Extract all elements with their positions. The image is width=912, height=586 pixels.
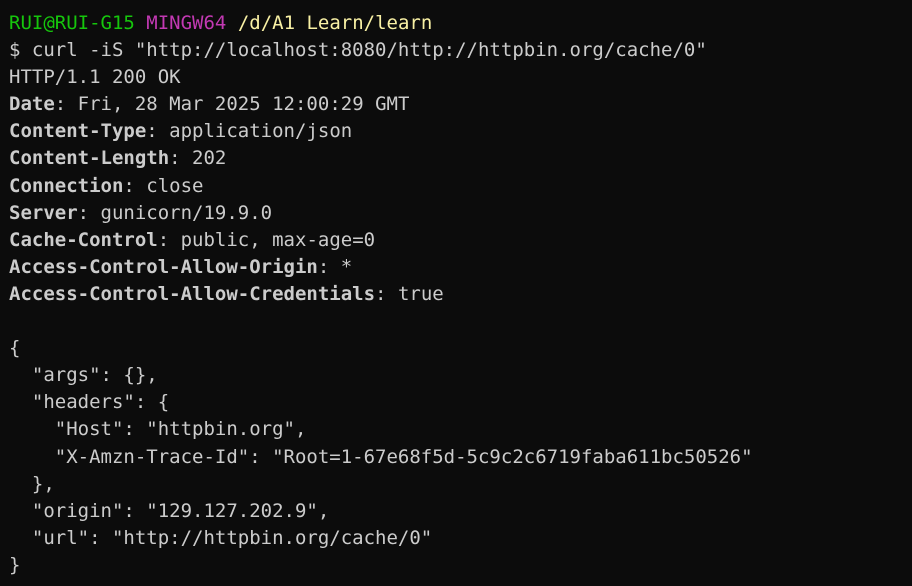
body-line: "X-Amzn-Trace-Id": "Root=1-67e68f5d-5c9c…: [9, 445, 753, 468]
header-line: Content-Type: application/json: [9, 120, 353, 143]
prompt-system: MINGW64: [146, 12, 227, 34]
header-line: Server: gunicorn/19.9.0: [9, 201, 273, 224]
header-name: Connection: [9, 174, 124, 197]
body-line: "url": "http://httpbin.org/cache/0": [9, 526, 433, 549]
header-name: Content-Type: [9, 120, 147, 143]
header-line: Connection: close: [9, 174, 204, 197]
header-line: Cache-Control: public, max-age=0: [9, 228, 376, 251]
prompt-line: RUI@RUI-G15 MINGW64 /d/A1 Learn/learn: [9, 10, 912, 37]
body-line: },: [9, 472, 55, 495]
body-line: }: [9, 553, 21, 576]
header-value: close: [146, 174, 204, 197]
header-line: Date: Fri, 28 Mar 2025 12:00:29 GMT: [9, 93, 410, 116]
header-line: Access-Control-Allow-Credentials: true: [9, 282, 444, 305]
status-line: HTTP/1.1 200 OK: [9, 66, 181, 89]
body-line: "headers": {: [9, 391, 170, 414]
header-name: Server: [9, 201, 78, 224]
body-line: "args": {},: [9, 364, 158, 387]
header-value: 202: [192, 147, 227, 170]
header-line: Content-Length: 202: [9, 147, 227, 170]
prompt-path: /d/A1 Learn/learn: [237, 12, 433, 34]
body-line: "origin": "129.127.202.9",: [9, 499, 330, 522]
header-name: Content-Length: [9, 147, 170, 170]
command-line: $ curl -iS "http://localhost:8080/http:/…: [9, 39, 707, 62]
header-line: Access-Control-Allow-Origin: *: [9, 255, 353, 278]
terminal-window[interactable]: RUI@RUI-G15 MINGW64 /d/A1 Learn/learn $ …: [0, 0, 912, 586]
header-name: Date: [9, 93, 55, 116]
header-name: Cache-Control: [9, 228, 158, 251]
prompt-user-host: RUI@RUI-G15: [9, 12, 135, 34]
header-value: application/json: [169, 120, 353, 143]
header-value: true: [397, 282, 444, 305]
header-name: Access-Control-Allow-Credentials: [9, 282, 376, 305]
header-value: *: [340, 255, 353, 278]
header-value: gunicorn/19.9.0: [100, 201, 273, 224]
header-value: public, max-age=0: [180, 228, 376, 251]
header-value: Fri, 28 Mar 2025 12:00:29 GMT: [77, 93, 410, 116]
body-line: {: [9, 337, 21, 360]
header-name: Access-Control-Allow-Origin: [9, 255, 318, 278]
body-line: "Host": "httpbin.org",: [9, 418, 307, 441]
